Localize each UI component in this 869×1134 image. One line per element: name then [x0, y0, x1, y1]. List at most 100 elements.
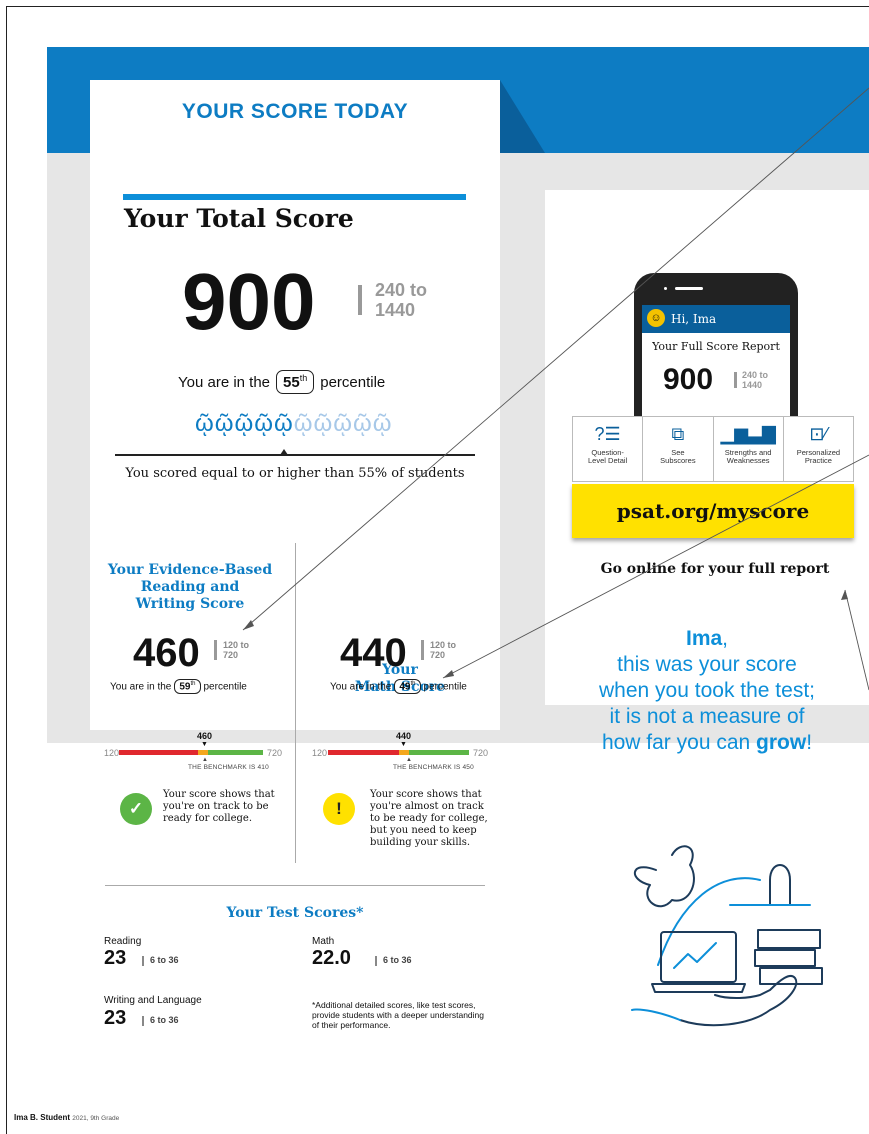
feature-subscores[interactable]: ⧉ See Subscores	[643, 417, 714, 481]
range-divider	[421, 640, 424, 660]
ebrw-score-value: 460	[133, 631, 200, 675]
benchmark-arrow: ▲	[202, 757, 208, 763]
math-bar-green	[409, 750, 469, 755]
score-card: YOUR SCORE TODAY Your Total Score 900 24…	[90, 80, 500, 1030]
message-line: you're almost on track	[370, 801, 484, 812]
bar-chart-icon: ▁▆▃▇	[720, 424, 776, 444]
footnote-line: provide students with a deeper understan…	[312, 1010, 485, 1020]
percentile-suffix: percentile	[320, 374, 386, 391]
feature-label: Strengths and Weaknesses	[714, 449, 783, 465]
reading-range: 6 to 36	[142, 955, 179, 966]
message-line: to be ready for college,	[370, 813, 488, 824]
message-line: it is not a measure of	[609, 705, 805, 728]
feature-label-line: Subscores	[660, 456, 696, 465]
math-test-range: 6 to 36	[375, 955, 412, 966]
message-line: how far you can	[601, 731, 757, 754]
feature-label: See Subscores	[643, 449, 712, 465]
percentile-marker	[280, 449, 288, 455]
feature-practice[interactable]: ⊡⁄ Personalized Practice	[784, 417, 853, 481]
ebrw-benchmark: THE BENCHMARK IS 410	[188, 764, 269, 771]
math-percentile-line: You are in the 49th percentile	[330, 679, 467, 695]
percentile-badge: 55th	[276, 370, 315, 394]
test-scores-footnote: *Additional detailed scores, like test s…	[312, 1000, 484, 1030]
percentile-sup: th	[299, 373, 308, 383]
message-line: ready for college.	[163, 813, 253, 824]
percentile-people-graphic: ῷῷῷῷῷῷῷῷῷῷ	[195, 410, 393, 438]
reading-score: 23	[104, 947, 127, 969]
phone-score-range: 240 to 1440	[742, 370, 768, 390]
person-icon: ῷ	[372, 410, 393, 437]
bar-min-label: 120	[312, 748, 328, 758]
people-baseline	[115, 454, 475, 456]
total-score-title: Your Total Score	[124, 204, 354, 233]
feature-question-level[interactable]: ?☰ Question- Level Detail	[573, 417, 644, 481]
percentile-badge: 49th	[394, 679, 421, 695]
range-divider	[734, 372, 737, 388]
range-bottom: 720	[223, 650, 239, 660]
ebrw-title-line: Your Evidence-Based	[107, 562, 273, 578]
range-top: 240 to	[375, 280, 428, 300]
encouragement-message: Ima, this was your score when you took t…	[545, 626, 869, 756]
person-icon: ῷ	[274, 410, 294, 437]
message-emphasis: grow	[756, 731, 807, 754]
math-message: Your score shows that you're almost on t…	[370, 789, 488, 849]
message-line: but you need to keep	[370, 825, 477, 836]
percentile-badge: 59th	[174, 679, 201, 695]
phone-score: 900	[663, 363, 714, 396]
person-icon: ῷ	[353, 410, 373, 437]
bar-min-label: 120	[104, 748, 120, 758]
message-punct: ,	[722, 627, 729, 650]
ebrw-title-line: Writing Score	[135, 596, 245, 612]
student-name-footer: Ima B. Student	[14, 1113, 71, 1122]
student-detail: 2021, 9th Grade	[72, 1115, 120, 1122]
math-test-label: Math	[312, 936, 335, 947]
reading-label: Reading	[104, 936, 142, 947]
person-icon: ῷ	[195, 410, 215, 437]
range-top: 120 to	[430, 640, 457, 650]
range-top: 120 to	[223, 640, 250, 650]
message-line: building your skills.	[370, 837, 471, 848]
practice-icon: ⊡⁄	[809, 424, 828, 444]
ebrw-score-marker: 460	[197, 731, 213, 741]
phone-camera	[664, 287, 667, 290]
phone-speaker	[675, 287, 703, 290]
marker-arrow: ▼	[400, 741, 407, 748]
ebrw-bar-green	[208, 750, 263, 755]
ebrw-bar-orange	[198, 750, 208, 755]
feature-label-line: Level Detail	[588, 456, 628, 465]
percentile-suffix: percentile	[203, 681, 247, 693]
exclamation-icon: !	[323, 793, 355, 825]
phone-report-title: Your Full Score Report	[652, 340, 780, 353]
feature-icons: ?☰ Question- Level Detail ⧉ See Subscores …	[572, 416, 854, 482]
total-percentile-line: You are in the 55th percentile	[178, 370, 385, 394]
writing-range: 6 to 36	[142, 1015, 179, 1026]
percentile-prefix: You are in the	[178, 374, 271, 391]
footnote-line: *Additional detailed scores, like test s…	[312, 1000, 476, 1010]
math-score-range: 120 to 720	[430, 640, 456, 660]
score-url-link[interactable]: psat.org/myscore	[572, 484, 854, 538]
feature-label-line: Practice	[804, 456, 832, 465]
person-icon: ῷ	[293, 410, 314, 437]
percentile-prefix: You are in the	[330, 681, 392, 693]
range-bottom: 1440	[375, 300, 416, 320]
section-divider	[105, 885, 485, 886]
percentile-sup: th	[410, 681, 416, 687]
feature-strengths[interactable]: ▁▆▃▇ Strengths and Weaknesses	[714, 417, 784, 481]
message-punct: !	[806, 731, 813, 754]
title-rule	[123, 194, 466, 200]
check-icon: ✓	[120, 793, 152, 825]
message-line: when you took the test;	[599, 679, 815, 702]
writing-label: Writing and Language	[104, 995, 202, 1006]
range-top: 240 to	[742, 370, 769, 380]
go-online-text: Go online for your full report	[600, 561, 830, 577]
scored-text: You scored equal to or higher than 55% o…	[125, 466, 465, 481]
range-divider	[358, 285, 362, 315]
message-line: this was your score	[617, 653, 797, 676]
percentile-value: 49	[399, 681, 411, 693]
section-title: YOUR SCORE TODAY	[181, 100, 409, 123]
person-icon: ῷ	[333, 410, 353, 437]
person-icon: ῷ	[214, 410, 235, 437]
feature-label: Personalized Practice	[784, 449, 853, 465]
total-score-range: 240 to 1440	[375, 280, 427, 320]
student-name: Ima	[685, 627, 723, 650]
